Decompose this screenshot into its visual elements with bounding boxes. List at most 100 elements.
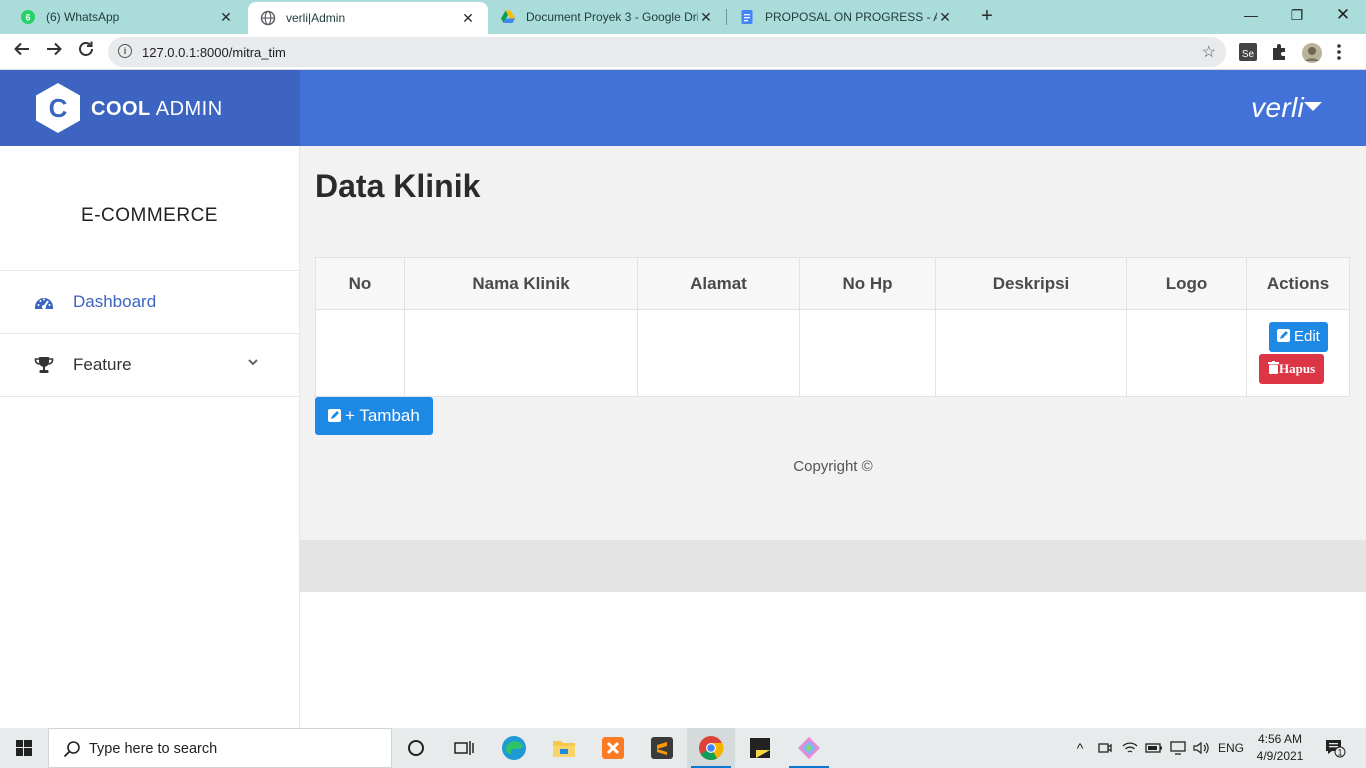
- wifi-icon[interactable]: [1120, 728, 1140, 768]
- whatsapp-icon: 6: [20, 9, 36, 25]
- edit-button-label: Edit: [1294, 328, 1320, 345]
- svg-text:1: 1: [1337, 748, 1342, 758]
- cell-actions: Edit Hapus: [1246, 309, 1350, 397]
- arrow-left-icon: [14, 42, 29, 56]
- sidebar-item-dashboard[interactable]: Dashboard: [0, 271, 299, 334]
- svg-text:Se: Se: [1242, 49, 1255, 60]
- table-header-row: No Nama Klinik Alamat No Hp Deskripsi Lo…: [315, 257, 1350, 310]
- cortana-icon[interactable]: [392, 728, 440, 768]
- cell-logo: [1126, 309, 1247, 397]
- volume-icon[interactable]: [1190, 728, 1212, 768]
- cell-alamat: [637, 309, 800, 397]
- cell-no: [315, 309, 405, 397]
- restore-button[interactable]: ❐: [1274, 0, 1320, 30]
- task-view-icon[interactable]: [440, 728, 488, 768]
- selenium-extension-icon[interactable]: Se: [1238, 42, 1258, 62]
- close-tab-icon[interactable]: ✕: [698, 9, 714, 26]
- start-button[interactable]: [0, 728, 48, 768]
- app-logo[interactable]: C COOL ADMIN: [0, 70, 300, 146]
- address-bar[interactable]: i 127.0.0.1:8000/mitra_tim ☆: [108, 37, 1226, 67]
- close-tab-icon[interactable]: ✕: [937, 9, 953, 26]
- svg-text:6: 6: [25, 13, 30, 23]
- add-button[interactable]: + Tambah: [315, 397, 433, 435]
- google-drive-icon: [500, 9, 516, 25]
- chevron-down-icon[interactable]: [247, 356, 259, 368]
- new-tab-button[interactable]: +: [976, 5, 998, 27]
- top-header-bar: verli: [300, 70, 1366, 146]
- battery-icon[interactable]: [1144, 728, 1164, 768]
- page-title: Data Klinik: [315, 168, 481, 204]
- monitor-icon[interactable]: [1168, 728, 1188, 768]
- profile-avatar[interactable]: [1301, 42, 1322, 63]
- edge-browser-icon[interactable]: [490, 728, 538, 768]
- add-button-label: + Tambah: [345, 406, 420, 425]
- edit-button[interactable]: Edit: [1269, 322, 1328, 352]
- delete-button[interactable]: Hapus: [1259, 354, 1325, 384]
- svg-text:C: C: [49, 93, 68, 123]
- url-text: 127.0.0.1:8000/mitra_tim: [142, 45, 286, 60]
- reload-icon: [79, 41, 93, 56]
- sublime-text-icon[interactable]: [638, 728, 686, 768]
- globe-icon: [260, 10, 276, 26]
- tab-google-drive[interactable]: Document Proyek 3 - Google Dri ✕: [488, 0, 726, 34]
- tab-whatsapp[interactable]: 6 (6) WhatsApp ✕: [8, 0, 246, 34]
- taskbar-search-box[interactable]: Type here to search: [48, 728, 392, 768]
- browser-menu-icon[interactable]: [1336, 42, 1348, 62]
- logo-text: COOL ADMIN: [91, 98, 223, 121]
- clock-time: 4:56 AM: [1257, 732, 1303, 746]
- file-explorer-icon[interactable]: [540, 728, 588, 768]
- windows-taskbar: Type here to search ^ ENG 4:56 AM 4/9/20…: [0, 728, 1366, 768]
- column-header-no-hp: No Hp: [799, 257, 936, 310]
- browser-toolbar: i 127.0.0.1:8000/mitra_tim ☆ Se: [0, 34, 1366, 70]
- windows-logo-icon: [16, 740, 32, 756]
- tab-verli-admin[interactable]: verli|Admin ✕: [248, 2, 488, 34]
- search-icon: [63, 741, 80, 758]
- tab-title: PROPOSAL ON PROGRESS - APL: [765, 10, 937, 24]
- meet-now-icon[interactable]: [1096, 728, 1114, 768]
- delete-button-label: Hapus: [1279, 361, 1316, 376]
- cell-no-hp: [799, 309, 936, 397]
- taskbar-clock[interactable]: 4:56 AM 4/9/2021: [1250, 731, 1310, 765]
- xampp-icon[interactable]: [589, 728, 637, 768]
- trophy-icon: [34, 357, 54, 373]
- bookmark-star-icon[interactable]: ☆: [1202, 42, 1216, 62]
- user-menu-name[interactable]: verli: [1251, 92, 1304, 124]
- app-icon[interactable]: [785, 728, 833, 768]
- forward-button[interactable]: [42, 40, 66, 64]
- extensions-puzzle-icon[interactable]: [1270, 42, 1290, 62]
- tab-title: (6) WhatsApp: [46, 10, 120, 24]
- caret-down-icon[interactable]: [1304, 102, 1322, 111]
- language-indicator[interactable]: ENG: [1214, 728, 1248, 768]
- clock-date: 4/9/2021: [1256, 749, 1304, 763]
- notification-center-icon[interactable]: 1: [1320, 728, 1350, 768]
- sidebar-item-feature[interactable]: Feature: [0, 334, 299, 397]
- table-row: Edit Hapus: [315, 309, 1350, 397]
- sidebar: E-COMMERCE Dashboard Feature: [0, 146, 300, 728]
- google-docs-icon: [739, 9, 755, 25]
- chrome-icon[interactable]: [687, 728, 735, 768]
- sidebar-item-label: Dashboard: [73, 292, 157, 311]
- main-content: Data Klinik No Nama Klinik Alamat No Hp …: [300, 146, 1366, 540]
- column-header-logo: Logo: [1126, 257, 1247, 310]
- sidebar-item-label: Feature: [73, 355, 132, 374]
- info-icon[interactable]: i: [118, 44, 132, 58]
- column-header-actions: Actions: [1246, 257, 1350, 310]
- trash-icon: [1268, 361, 1279, 374]
- logo-text-bold: COOL: [91, 98, 151, 120]
- chevron-up-icon[interactable]: ^: [1070, 728, 1090, 768]
- close-tab-icon[interactable]: ✕: [460, 10, 476, 27]
- close-tab-icon[interactable]: ✕: [218, 9, 234, 26]
- tab-proposal[interactable]: PROPOSAL ON PROGRESS - APL ✕: [727, 0, 965, 34]
- minimize-button[interactable]: —: [1228, 0, 1274, 30]
- copyright-text: Copyright ©: [793, 458, 873, 475]
- back-button[interactable]: [10, 40, 34, 64]
- edit-icon: [328, 409, 341, 422]
- cell-deskripsi: [935, 309, 1127, 397]
- column-header-no: No: [315, 257, 405, 310]
- column-header-deskripsi: Deskripsi: [935, 257, 1127, 310]
- reload-button[interactable]: [74, 40, 98, 64]
- sticky-notes-icon[interactable]: [736, 728, 784, 768]
- sidebar-brand: E-COMMERCE: [0, 146, 299, 271]
- column-header-nama-klinik: Nama Klinik: [404, 257, 638, 310]
- close-window-button[interactable]: ✕: [1320, 0, 1366, 30]
